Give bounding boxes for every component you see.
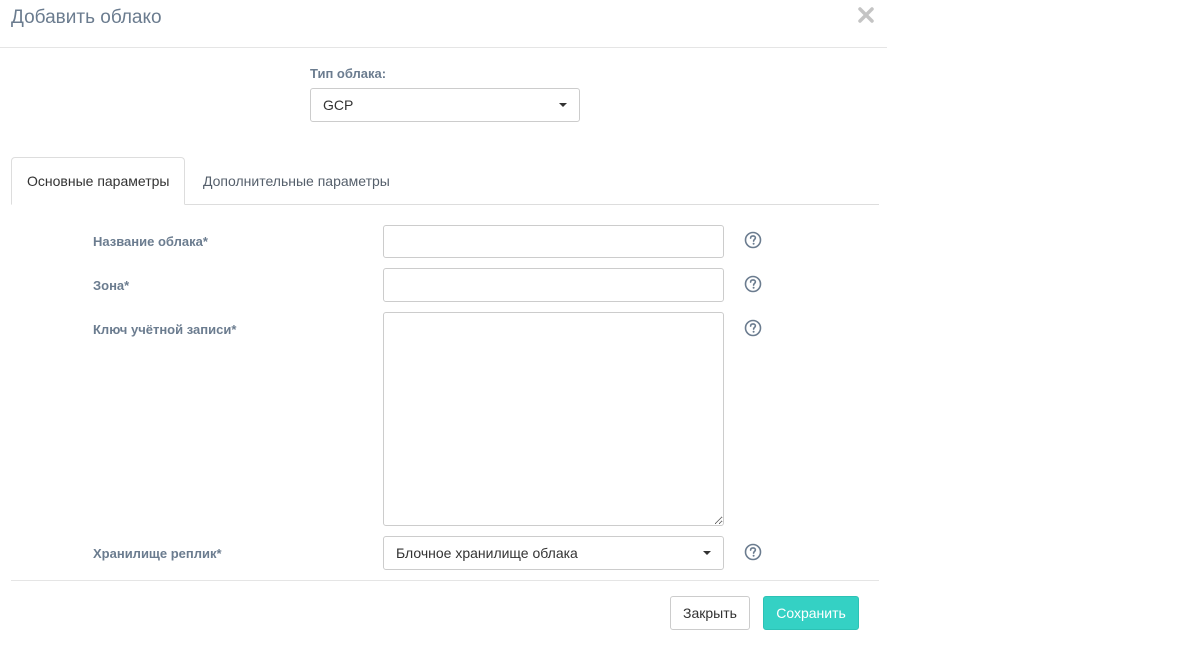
add-cloud-dialog: Добавить облако Тип облака: GCP Основные…	[0, 0, 887, 660]
close-icon[interactable]	[855, 4, 877, 26]
dialog-header: Добавить облако	[0, 0, 887, 48]
tab-additional-parameters[interactable]: Дополнительные параметры	[187, 157, 390, 204]
save-button[interactable]: Сохранить	[763, 596, 859, 630]
question-circle-icon[interactable]	[744, 231, 762, 249]
footer-divider	[11, 580, 879, 581]
close-button[interactable]: Закрыть	[670, 596, 750, 630]
account-key-label: Ключ учётной записи*	[93, 322, 237, 337]
cloud-type-selected-value: GCP	[323, 97, 354, 113]
question-circle-icon[interactable]	[744, 319, 762, 337]
tab-label: Основные параметры	[27, 173, 170, 189]
cloud-type-select[interactable]: GCP	[310, 88, 580, 122]
zone-label: Зона*	[93, 278, 130, 293]
cloud-type-label: Тип облака:	[310, 66, 387, 81]
replica-storage-selected-value: Блочное хранилище облака	[396, 545, 578, 561]
question-circle-icon[interactable]	[744, 543, 762, 561]
tab-bar: Основные параметры Дополнительные параме…	[11, 157, 879, 205]
cloud-name-input[interactable]	[383, 225, 724, 258]
tab-label: Дополнительные параметры	[203, 172, 390, 189]
cloud-name-label: Название облака*	[93, 234, 208, 249]
replica-storage-select[interactable]: Блочное хранилище облака	[383, 536, 724, 570]
zone-input[interactable]	[383, 268, 724, 302]
tab-basic-parameters[interactable]: Основные параметры	[11, 157, 185, 205]
question-circle-icon[interactable]	[744, 275, 762, 293]
chevron-down-icon	[703, 551, 711, 555]
replica-storage-label: Хранилище реплик*	[93, 546, 222, 561]
dialog-title: Добавить облако	[11, 7, 162, 28]
chevron-down-icon	[559, 103, 567, 107]
account-key-textarea[interactable]	[383, 312, 724, 526]
